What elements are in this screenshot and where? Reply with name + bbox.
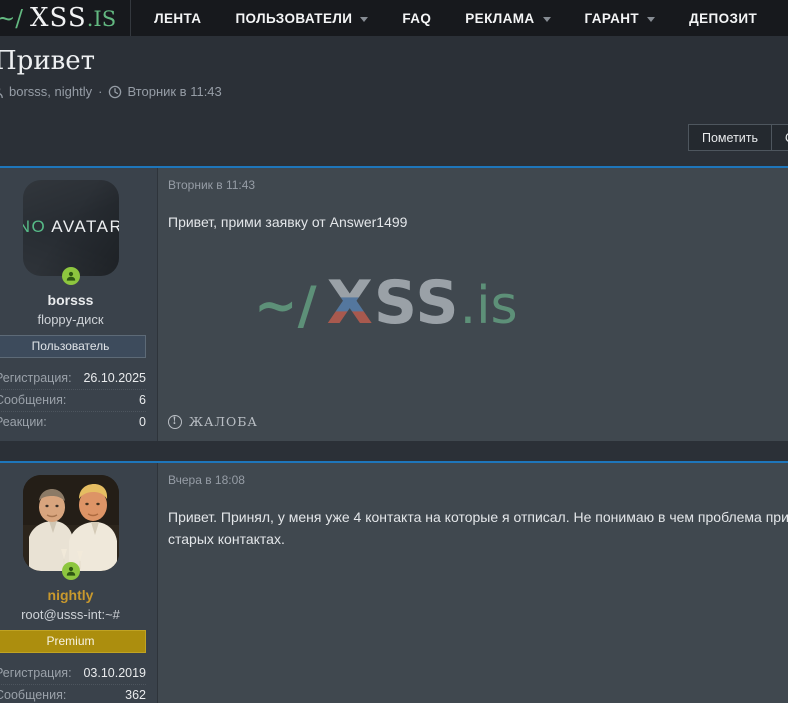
no-avatar-text: NO AVATAR	[23, 217, 119, 237]
chevron-down-icon	[647, 16, 656, 22]
top-nav: ~/ XSS .IS ЛЕНТА ПОЛЬЗОВАТЕЛИ FAQ РЕКЛАМ…	[0, 0, 788, 36]
stat-row-registration: Регистрация: 26.10.2025	[0, 368, 146, 390]
logo-tilde-slash: ~/	[0, 6, 24, 32]
nav-item-faq[interactable]: FAQ	[385, 0, 448, 36]
watermark-tld: .is	[459, 275, 518, 336]
stat-label: Сообщения:	[0, 393, 67, 407]
watermark-x: X	[326, 267, 374, 338]
post-message-text: Привет. Принял, у меня уже 4 контакта на…	[168, 506, 788, 550]
person-icon	[0, 87, 3, 98]
stat-row-messages: Сообщения: 6	[0, 390, 146, 412]
nav-item-label: ЛЕНТА	[154, 10, 202, 26]
site-logo[interactable]: ~/ XSS .IS	[0, 3, 130, 33]
post-borsss: NO AVATAR borsss floppy-диск Пользователь	[0, 166, 788, 441]
stat-value: 26.10.2025	[83, 371, 146, 385]
nav-item-lenta[interactable]: ЛЕНТА	[137, 0, 218, 36]
stat-row-reactions: Реакции: 0	[0, 412, 146, 433]
post-message-text: Привет, прими заявку от Answer1499	[168, 211, 788, 233]
stat-label: Сообщения:	[0, 688, 67, 702]
stat-row-registration: Регистрация: 03.10.2019	[0, 663, 146, 685]
chevron-down-icon	[360, 16, 369, 22]
stat-label: Регистрация:	[0, 371, 72, 385]
avatar-no-avatar[interactable]: NO AVATAR	[22, 180, 119, 276]
author-custom-title: root@usss-int:~#	[21, 607, 120, 622]
nav-item-garant[interactable]: ГАРАНТ	[568, 0, 673, 36]
nav-item-label: ДЕПОЗИТ	[689, 10, 758, 26]
post-author-panel: NO AVATAR borsss floppy-диск Пользователь	[0, 168, 158, 441]
author-stats: Регистрация: 03.10.2019 Сообщения: 362 Р…	[0, 663, 146, 703]
post-author-panel: nightly root@usss-int:~# Premium Регистр…	[0, 463, 158, 703]
stat-row-messages: Сообщения: 362	[0, 685, 146, 703]
avatar-wrap: NO AVATAR	[22, 180, 119, 285]
online-status-icon	[61, 267, 80, 285]
thread-actions-row: Пометить Ответить	[0, 124, 788, 151]
stat-label: Регистрация:	[0, 666, 72, 680]
logo-name: XSS	[30, 3, 87, 33]
nav-item-label: ГАРАНТ	[584, 10, 640, 26]
xss-watermark: ~/ XSS .is	[254, 267, 518, 337]
post-content-area: Вторник в 11:43 Привет, прими заявку от …	[158, 168, 788, 441]
nav-menu: ЛЕНТА ПОЛЬЗОВАТЕЛИ FAQ РЕКЛАМА ГАРАНТ ДЕ…	[137, 0, 774, 36]
nav-divider	[130, 0, 132, 36]
author-stats: Регистрация: 26.10.2025 Сообщения: 6 Реа…	[0, 368, 146, 433]
post-message-line: Привет, прими заявку от Answer1499	[168, 214, 408, 230]
thread-participants[interactable]: borsss, nightly	[9, 84, 92, 99]
no-avatar-word: AVATAR	[51, 217, 119, 236]
stat-value: 362	[125, 688, 146, 702]
forum-thread-page: ~/ XSS .IS ЛЕНТА ПОЛЬЗОВАТЕЛИ FAQ РЕКЛАМ…	[0, 0, 788, 703]
report-label: ЖАЛОБА	[189, 414, 258, 429]
page-container: ~/ XSS .IS ЛЕНТА ПОЛЬЗОВАТЕЛИ FAQ РЕКЛАМ…	[0, 0, 788, 703]
online-status-icon	[61, 562, 80, 580]
chevron-down-icon	[542, 16, 551, 22]
report-link[interactable]: ! ЖАЛОБА	[168, 414, 788, 431]
nav-item-label: FAQ	[402, 10, 432, 26]
nav-item-label: РЕКЛАМА	[465, 10, 535, 26]
watermark-prefix: ~/	[254, 275, 317, 336]
thread-start-date: Вторник в 11:43	[127, 84, 222, 99]
author-username[interactable]: nightly	[0, 587, 146, 603]
thread-meta: borsss, nightly · Вторник в 11:43	[0, 84, 788, 99]
clock-icon	[109, 85, 122, 98]
post-message-line: Привет. Принял, у меня уже 4 контакта на…	[168, 509, 788, 525]
watermark-ss: SS	[373, 267, 460, 338]
watermark-name: XSS	[327, 267, 460, 337]
author-username[interactable]: borsss	[0, 292, 146, 308]
post-nightly: nightly root@usss-int:~# Premium Регистр…	[0, 461, 788, 703]
post-timestamp[interactable]: Вчера в 18:08	[168, 473, 788, 487]
report-icon: !	[168, 414, 182, 429]
stat-value: 0	[139, 415, 146, 429]
nav-item-label: ПОЛЬЗОВАТЕЛИ	[235, 10, 353, 26]
stat-value: 03.10.2019	[83, 666, 146, 680]
post-content-area: Вчера в 18:08 Привет. Принял, у меня уже…	[158, 463, 788, 703]
nav-item-depozit[interactable]: ДЕПОЗИТ	[672, 0, 774, 36]
no-avatar-no: NO	[22, 217, 47, 236]
thread-actions-group: Пометить Ответить	[688, 124, 788, 151]
stat-label: Реакции:	[0, 415, 47, 429]
role-badge: Пользователь	[0, 335, 146, 358]
nav-item-reklama[interactable]: РЕКЛАМА	[448, 0, 567, 36]
page-title: Привет	[0, 46, 96, 76]
avatar-wrap	[22, 475, 119, 580]
nav-item-polzovateli[interactable]: ПОЛЬЗОВАТЕЛИ	[218, 0, 385, 36]
author-custom-title: floppy-диск	[37, 312, 104, 327]
reply-button[interactable]: Ответить	[772, 124, 788, 151]
mark-button[interactable]: Пометить	[688, 124, 773, 151]
post-message-line: старых контактах.	[168, 531, 285, 547]
thread-header: Привет borsss, nightly · Вторник в 11:43	[0, 36, 788, 99]
meta-separator: ·	[98, 84, 103, 99]
logo-tld: .IS	[86, 7, 117, 31]
role-badge-premium: Premium	[0, 630, 146, 653]
stat-value: 6	[139, 393, 146, 407]
post-timestamp[interactable]: Вторник в 11:43	[168, 178, 788, 192]
avatar-photo[interactable]	[22, 475, 119, 571]
